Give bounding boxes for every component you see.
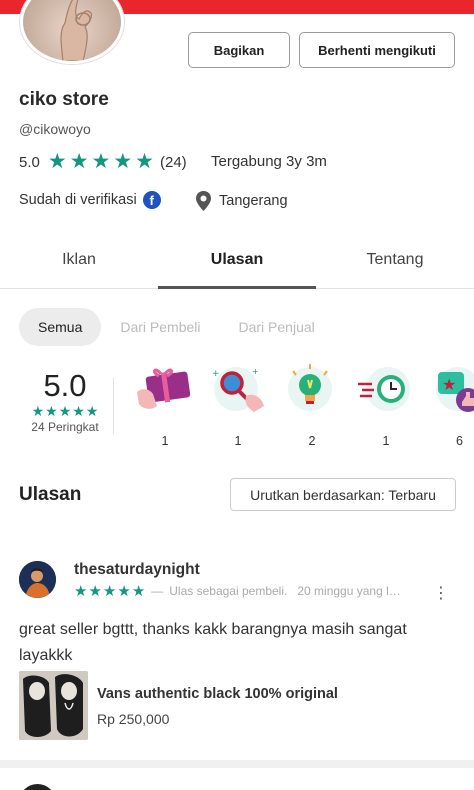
rating-stars: ★ ★ ★ ★ ★ — [47, 150, 154, 173]
badge-count: 1 — [234, 434, 242, 448]
star-icon: ★ — [69, 150, 89, 173]
review-role: Ulas sebagai pembeli. — [169, 584, 288, 598]
svg-text:+: + — [212, 369, 220, 379]
unfollow-button[interactable]: Berhenti mengikuti — [299, 32, 455, 68]
star-icon: ★ — [117, 582, 131, 600]
rating-summary: 5.0 ★ ★ ★ ★ ★ 24 Peringkat — [16, 368, 114, 434]
star-icon: ★ — [113, 150, 133, 173]
star-icon: ★ — [91, 150, 111, 173]
badge-count: 1 — [382, 434, 390, 448]
summary-stars: ★ ★ ★ ★ ★ — [16, 404, 114, 418]
star-icon: ★ — [31, 403, 45, 419]
product-thumbnail[interactable] — [19, 671, 88, 740]
fast-clock-icon — [358, 367, 410, 411]
reviewer-name[interactable]: thesaturdaynight — [74, 561, 200, 579]
verified-label: Sudah di verifikasi — [19, 192, 137, 208]
star-thumbs-icon: ★ — [436, 367, 474, 412]
filter-from-seller-chip[interactable]: Dari Penjual — [220, 308, 334, 346]
badge-fast-clock[interactable]: 1 — [356, 362, 416, 448]
lightbulb-icon — [288, 364, 332, 411]
tab-iklan[interactable]: Iklan — [0, 232, 158, 288]
product-price: Rp 250,000 — [97, 711, 170, 727]
rating-count: (24) — [160, 153, 187, 171]
location-label: Tangerang — [219, 193, 288, 209]
store-location: Tangerang — [195, 191, 288, 211]
store-handle: @cikowoyo — [19, 121, 91, 137]
summary-total: 24 Peringkat — [31, 420, 99, 434]
store-rating: 5.0 ★ ★ ★ ★ ★ (24) — [19, 150, 187, 173]
review-stars: ★ ★ ★ ★ ★ — [74, 584, 145, 599]
product-name[interactable]: Vans authentic black 100% original — [97, 686, 338, 702]
next-reviewer-avatar[interactable] — [19, 784, 56, 790]
hand-gesture-icon — [60, 0, 93, 61]
summary-score: 5.0 — [43, 368, 87, 403]
star-icon: ★ — [72, 403, 85, 419]
map-pin-icon — [196, 191, 211, 211]
magnifier-icon: + + — [212, 367, 264, 412]
review-text: great seller bgttt, thanks kakk barangny… — [19, 621, 407, 664]
star-icon: ★ — [74, 582, 88, 600]
tab-ulasan[interactable]: Ulasan — [158, 232, 316, 288]
reviewer-avatar[interactable] — [19, 561, 56, 598]
facebook-icon: f — [142, 191, 161, 209]
share-button[interactable]: Bagikan — [188, 32, 290, 68]
profile-tabs: Iklan Ulasan Tentang — [0, 232, 474, 289]
sort-dropdown[interactable]: Urutkan berdasarkan: Terbaru — [230, 478, 456, 511]
star-icon: ★ — [102, 582, 117, 600]
svg-text:★: ★ — [442, 375, 456, 394]
star-icon: ★ — [58, 403, 72, 419]
reviews-section-title: Ulasan — [19, 484, 82, 505]
badge-count: 2 — [308, 434, 316, 448]
filter-all-chip[interactable]: Semua — [19, 308, 102, 346]
star-icon: ★ — [45, 403, 58, 419]
more-vertical-icon[interactable]: ⋮ — [433, 584, 449, 604]
joined-duration: Tergabung 3y 3m — [211, 153, 327, 170]
star-icon: ★ — [88, 582, 102, 600]
store-avatar[interactable] — [20, 0, 124, 64]
store-name: ciko store — [19, 89, 109, 110]
rating-value: 5.0 — [19, 153, 40, 171]
badge-count: 1 — [161, 434, 169, 448]
star-icon: ★ — [131, 582, 146, 600]
svg-text:+: + — [252, 367, 259, 376]
badge-star-thumbs[interactable]: ★ 6 — [430, 362, 474, 448]
verification-info: Sudah di verifikasi f — [19, 191, 161, 209]
filter-from-buyer-chip[interactable]: Dari Pembeli — [101, 308, 219, 346]
gift-icon — [137, 368, 191, 409]
badge-lightbulb[interactable]: 2 — [282, 362, 342, 448]
review-separator — [0, 760, 474, 768]
star-icon: ★ — [47, 150, 67, 173]
badge-count: 6 — [456, 434, 463, 448]
review-meta: ★ ★ ★ ★ ★ — Ulas sebagai pembeli. 20 min… — [74, 583, 401, 599]
badge-magnifier[interactable]: + + 1 — [208, 362, 268, 448]
review-time: 20 minggu yang lalu — [297, 584, 402, 598]
reviewer-photo-icon — [19, 561, 56, 598]
badge-gift[interactable]: 1 — [135, 362, 195, 448]
tab-tentang[interactable]: Tentang — [316, 232, 474, 288]
star-icon: ★ — [85, 403, 99, 419]
review-filters: Semua Dari Pembeli Dari Penjual — [19, 308, 334, 346]
shoes-icon — [19, 671, 88, 740]
meta-separator: — — [151, 584, 164, 598]
active-tab-indicator — [158, 286, 316, 289]
summary-divider — [113, 378, 114, 434]
star-icon: ★ — [135, 150, 154, 173]
